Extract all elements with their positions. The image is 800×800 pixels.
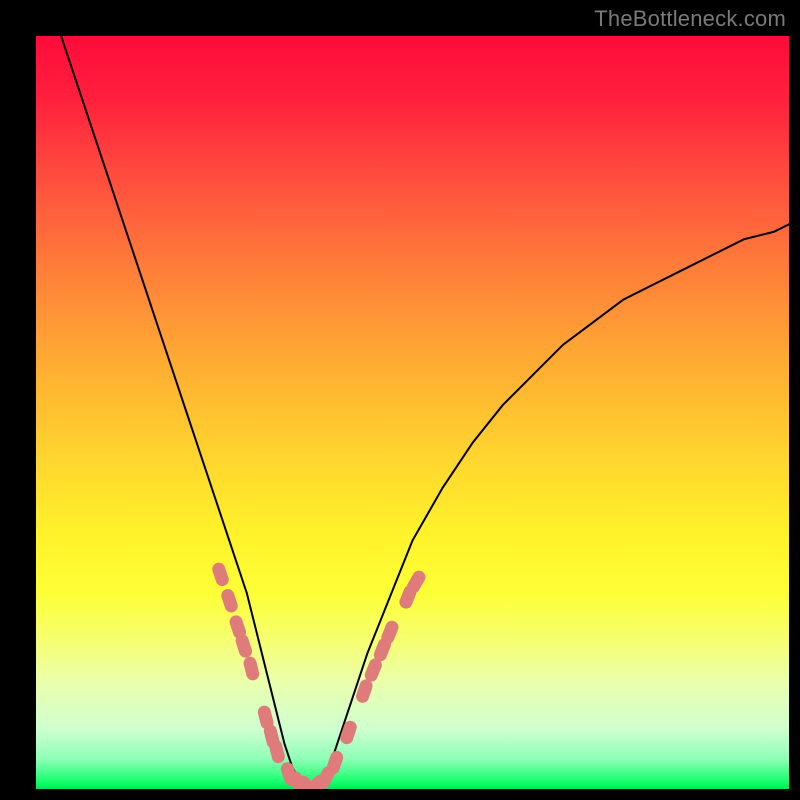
curve-marker bbox=[211, 561, 231, 588]
curve-path bbox=[36, 36, 789, 789]
plot-area bbox=[36, 36, 789, 789]
watermark-text: TheBottleneck.com bbox=[594, 6, 786, 32]
curve-markers bbox=[211, 561, 428, 789]
curve-marker bbox=[220, 587, 240, 614]
chart-frame: TheBottleneck.com bbox=[0, 0, 800, 800]
curve-marker bbox=[242, 655, 260, 681]
chart-svg bbox=[36, 36, 789, 789]
bottleneck-curve bbox=[36, 36, 789, 789]
